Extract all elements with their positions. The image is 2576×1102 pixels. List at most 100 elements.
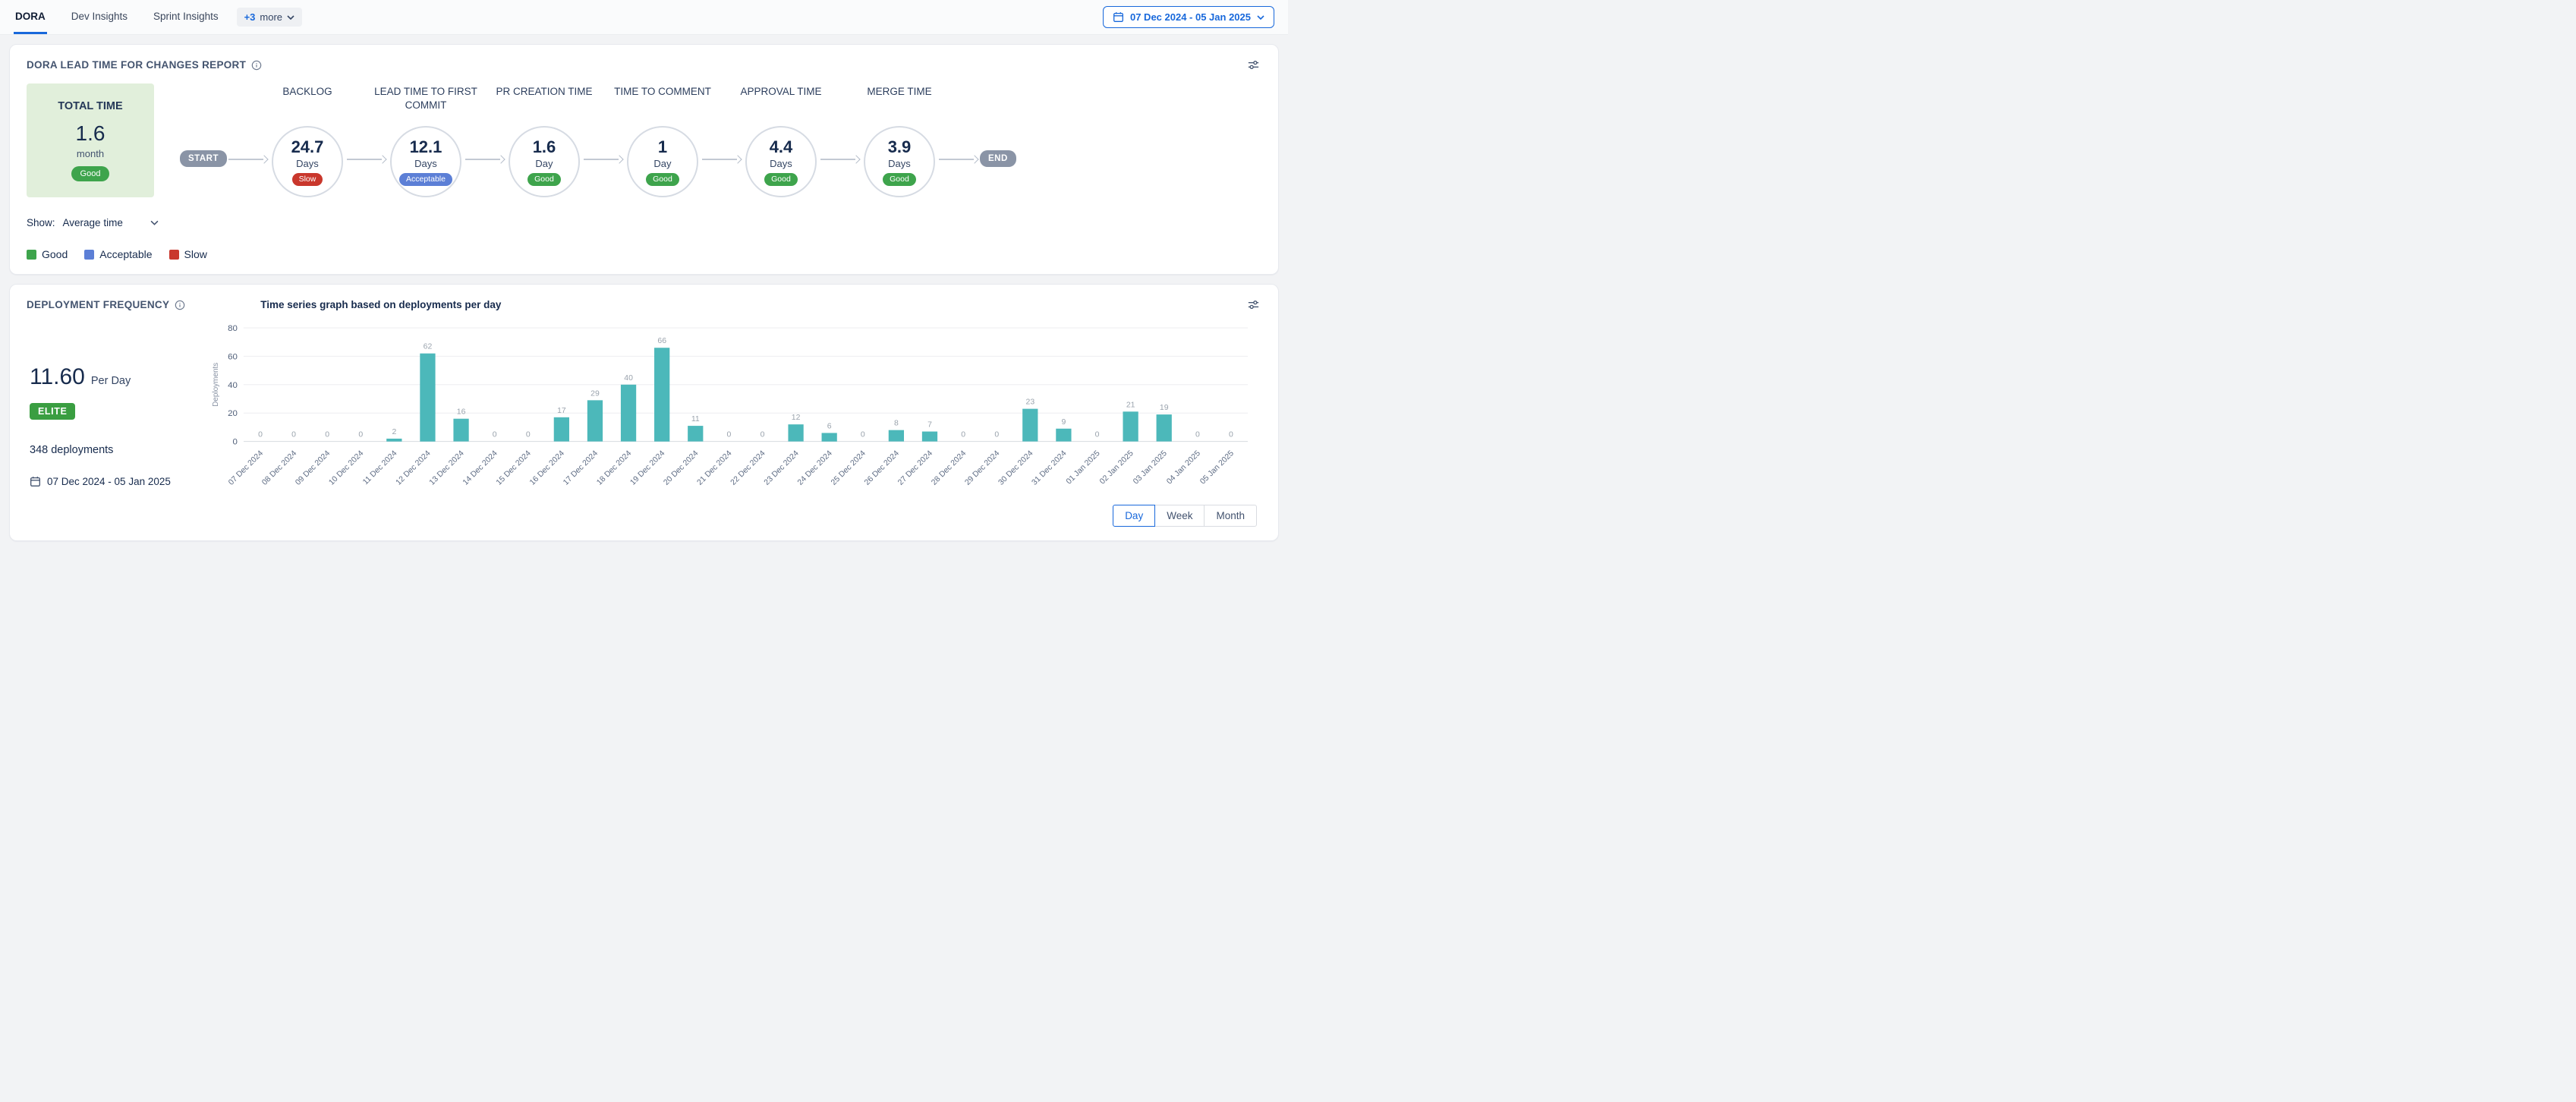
stage-status-pill: Good	[764, 173, 798, 187]
chevron-down-icon	[1257, 15, 1264, 20]
svg-text:23: 23	[1026, 398, 1035, 407]
svg-text:20: 20	[228, 409, 238, 418]
svg-text:0: 0	[358, 431, 363, 439]
stage-name: BACKLOG	[241, 85, 374, 99]
deployment-settings-button[interactable]	[1245, 297, 1261, 313]
svg-text:05 Jan 2025: 05 Jan 2025	[1199, 449, 1236, 486]
sliders-icon	[1247, 298, 1260, 311]
stage-value: 1	[658, 137, 667, 157]
flow-connector-icon	[582, 156, 625, 163]
calendar-icon	[30, 476, 41, 487]
svg-text:40: 40	[228, 381, 238, 390]
svg-text:12: 12	[792, 414, 801, 422]
stage-name: LEAD TIME TO FIRST COMMIT	[359, 85, 493, 112]
show-mode-value: Average time	[63, 217, 123, 228]
stage-name: APPROVAL TIME	[714, 85, 848, 99]
svg-text:23 Dec 2024: 23 Dec 2024	[763, 449, 801, 487]
svg-text:14 Dec 2024: 14 Dec 2024	[461, 449, 499, 487]
svg-text:7: 7	[927, 421, 932, 430]
stage-status-pill: Acceptable	[399, 173, 452, 187]
dashboard-content: DORA LEAD TIME FOR CHANGES REPORT TOTAL …	[0, 44, 1288, 541]
deployments-bar-chart: 020406080007 Dec 2024008 Dec 2024009 Dec…	[209, 317, 1261, 505]
stage-value: 3.9	[888, 137, 912, 157]
show-mode-dropdown[interactable]: Average time	[63, 217, 159, 228]
chevron-down-icon	[150, 220, 159, 225]
svg-text:0: 0	[1229, 431, 1233, 439]
stage-status-pill: Good	[883, 173, 916, 187]
stage-circle: 24.7DaysSlow	[272, 126, 343, 197]
granularity-month-button[interactable]: Month	[1204, 505, 1257, 527]
stage-value: 12.1	[410, 137, 442, 157]
lead-time-settings-button[interactable]	[1245, 57, 1261, 73]
svg-text:62: 62	[424, 343, 433, 351]
svg-text:6: 6	[827, 422, 832, 430]
svg-text:13 Dec 2024: 13 Dec 2024	[428, 449, 466, 487]
granularity-day-button[interactable]: Day	[1113, 505, 1155, 527]
chevron-down-icon	[287, 15, 294, 20]
svg-text:0: 0	[258, 431, 263, 439]
legend-item-slow: Slow	[169, 248, 207, 260]
svg-text:03 Jan 2025: 03 Jan 2025	[1132, 449, 1169, 486]
svg-text:0: 0	[861, 431, 865, 439]
svg-text:60: 60	[228, 352, 238, 361]
legend-swatch	[169, 250, 179, 260]
date-range-picker[interactable]: 07 Dec 2024 - 05 Jan 2025	[1103, 6, 1274, 28]
granularity-week-button[interactable]: Week	[1154, 505, 1205, 527]
more-tabs-button[interactable]: +3 more	[237, 8, 302, 27]
info-icon[interactable]	[251, 60, 262, 71]
stage-circle: 4.4Days Good	[745, 126, 817, 197]
svg-text:26 Dec 2024: 26 Dec 2024	[863, 449, 901, 487]
legend-label: Acceptable	[99, 248, 152, 260]
svg-text:25 Dec 2024: 25 Dec 2024	[830, 449, 868, 487]
svg-text:29: 29	[590, 389, 600, 398]
svg-text:8: 8	[894, 420, 899, 428]
svg-text:0: 0	[291, 431, 296, 439]
sliders-icon	[1247, 58, 1260, 71]
legend-label: Good	[42, 248, 68, 260]
chart-title: Time series graph based on deployments p…	[260, 299, 501, 310]
deployment-card-title: DEPLOYMENT FREQUENCY	[27, 299, 169, 310]
total-status-pill: Good	[71, 166, 110, 181]
svg-text:2: 2	[392, 428, 396, 436]
svg-text:66: 66	[657, 337, 666, 345]
stage-unit: Days	[296, 158, 319, 169]
stage-circle: 3.9Days Good	[864, 126, 935, 197]
show-label: Show:	[27, 217, 55, 228]
stage-name: MERGE TIME	[833, 85, 966, 99]
svg-text:0: 0	[1195, 431, 1200, 439]
stage-value: 4.4	[770, 137, 793, 157]
flow-start-pill: START	[180, 150, 227, 167]
legend-item-good: Good	[27, 248, 68, 260]
svg-text:0: 0	[761, 431, 765, 439]
svg-text:18 Dec 2024: 18 Dec 2024	[595, 449, 633, 487]
svg-text:20 Dec 2024: 20 Dec 2024	[663, 449, 701, 487]
svg-text:24 Dec 2024: 24 Dec 2024	[796, 449, 834, 487]
svg-text:80: 80	[228, 324, 238, 333]
deployment-frequency-card: DEPLOYMENT FREQUENCY Time series graph b…	[9, 284, 1279, 541]
legend-swatch	[84, 250, 94, 260]
tab-dora[interactable]: DORA	[14, 0, 47, 34]
svg-text:29 Dec 2024: 29 Dec 2024	[964, 449, 1002, 487]
svg-text:0: 0	[961, 431, 965, 439]
stats-date-range: 07 Dec 2024 - 05 Jan 2025	[47, 476, 171, 487]
top-navigation: DORADev InsightsSprint Insights +3 more …	[0, 0, 1288, 35]
stage-value: 24.7	[291, 137, 324, 157]
svg-text:10 Dec 2024: 10 Dec 2024	[328, 449, 366, 487]
svg-text:30 Dec 2024: 30 Dec 2024	[997, 449, 1035, 487]
tab-sprint-insights[interactable]: Sprint Insights	[152, 0, 220, 34]
stage-unit: Days	[888, 158, 911, 169]
flow-connector-icon	[227, 156, 269, 163]
svg-text:01 Jan 2025: 01 Jan 2025	[1065, 449, 1102, 486]
total-time-box: TOTAL TIME 1.6 month Good	[27, 83, 154, 197]
stage-unit: Day	[535, 158, 553, 169]
lead-time-flow: START BACKLOG 24.7DaysSlow LEAD TIME TO FIR…	[180, 83, 1016, 197]
stage-circle: 12.1DaysAcceptable	[390, 126, 461, 197]
svg-text:27 Dec 2024: 27 Dec 2024	[896, 449, 934, 487]
tab-dev-insights[interactable]: Dev Insights	[70, 0, 129, 34]
legend-swatch	[27, 250, 36, 260]
svg-text:28 Dec 2024: 28 Dec 2024	[930, 449, 968, 487]
stage-name: PR CREATION TIME	[477, 85, 611, 99]
info-icon[interactable]	[175, 300, 185, 310]
date-range-label: 07 Dec 2024 - 05 Jan 2025	[1130, 11, 1251, 23]
stage-unit: Days	[770, 158, 792, 169]
